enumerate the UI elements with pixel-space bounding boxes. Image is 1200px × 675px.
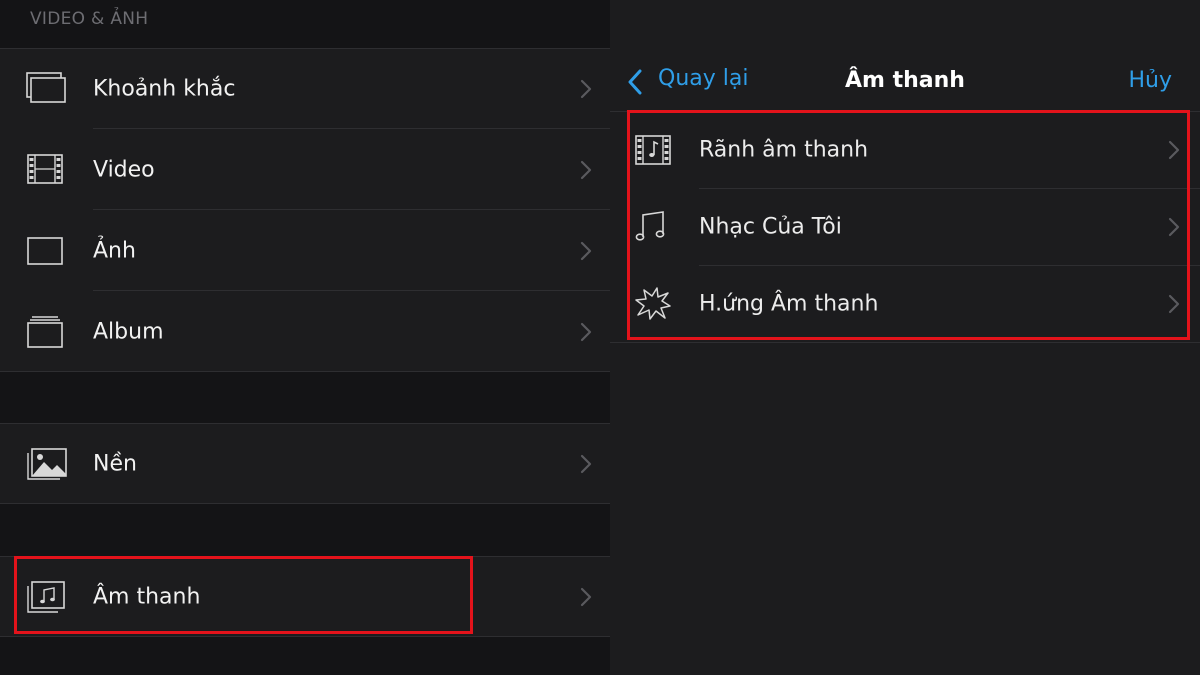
cancel-button[interactable]: Hủy (1128, 68, 1172, 93)
chevron-right-icon (580, 454, 592, 474)
music-note-icon (634, 210, 674, 244)
section-gap (0, 637, 610, 675)
soundtrack-film-icon (634, 133, 674, 167)
menu-item-label: Nền (93, 451, 137, 477)
menu-item-photos[interactable]: Ảnh (0, 211, 610, 291)
section-gap (0, 372, 610, 423)
menu-item-my-music[interactable]: Nhạc Của Tôi (610, 189, 1200, 265)
menu-item-label: H.ứng Âm thanh (699, 291, 879, 317)
chevron-right-icon (580, 587, 592, 607)
menu-item-label: Video (93, 157, 155, 183)
moments-icon (26, 72, 68, 106)
photo-frame-icon (26, 234, 68, 268)
menu-item-sound-effects[interactable]: H.ứng Âm thanh (610, 266, 1200, 342)
menu-item-label: Album (93, 319, 164, 345)
left-panel: VIDEO & ẢNH Khoảnh khắc Video Ảnh Album (0, 0, 610, 675)
divider (93, 290, 610, 291)
section-header: VIDEO & ẢNH (30, 9, 149, 29)
divider (610, 342, 1200, 343)
menu-item-label: Nhạc Của Tôi (699, 214, 842, 240)
chevron-right-icon (580, 241, 592, 261)
page-title: Âm thanh (845, 68, 965, 93)
menu-item-label: Âm thanh (93, 584, 201, 610)
navigation-bar: Quay lại Âm thanh Hủy (610, 0, 1200, 110)
menu-item-background[interactable]: Nền (0, 424, 610, 504)
chevron-right-icon (580, 160, 592, 180)
album-icon (26, 315, 68, 349)
chevron-right-icon (1168, 140, 1180, 160)
right-panel: Quay lại Âm thanh Hủy Rãnh âm thanh Nhạc… (610, 0, 1200, 675)
menu-item-label: Khoảnh khắc (93, 76, 236, 102)
divider (93, 128, 610, 129)
menu-item-soundtracks[interactable]: Rãnh âm thanh (610, 112, 1200, 188)
menu-item-moments[interactable]: Khoảnh khắc (0, 49, 610, 129)
menu-item-album[interactable]: Album (0, 292, 610, 372)
menu-item-video[interactable]: Video (0, 130, 610, 210)
chevron-right-icon (580, 79, 592, 99)
chevron-right-icon (1168, 217, 1180, 237)
section-gap (0, 504, 610, 556)
menu-item-audio[interactable]: Âm thanh (0, 557, 610, 637)
film-icon (26, 153, 68, 187)
audio-icon (26, 580, 68, 614)
background-image-icon (26, 447, 68, 481)
menu-item-label: Rãnh âm thanh (699, 137, 869, 163)
divider (93, 209, 610, 210)
chevron-right-icon (580, 322, 592, 342)
chevron-right-icon (1168, 294, 1180, 314)
sound-effect-burst-icon (634, 287, 674, 321)
menu-item-label: Ảnh (93, 238, 136, 264)
